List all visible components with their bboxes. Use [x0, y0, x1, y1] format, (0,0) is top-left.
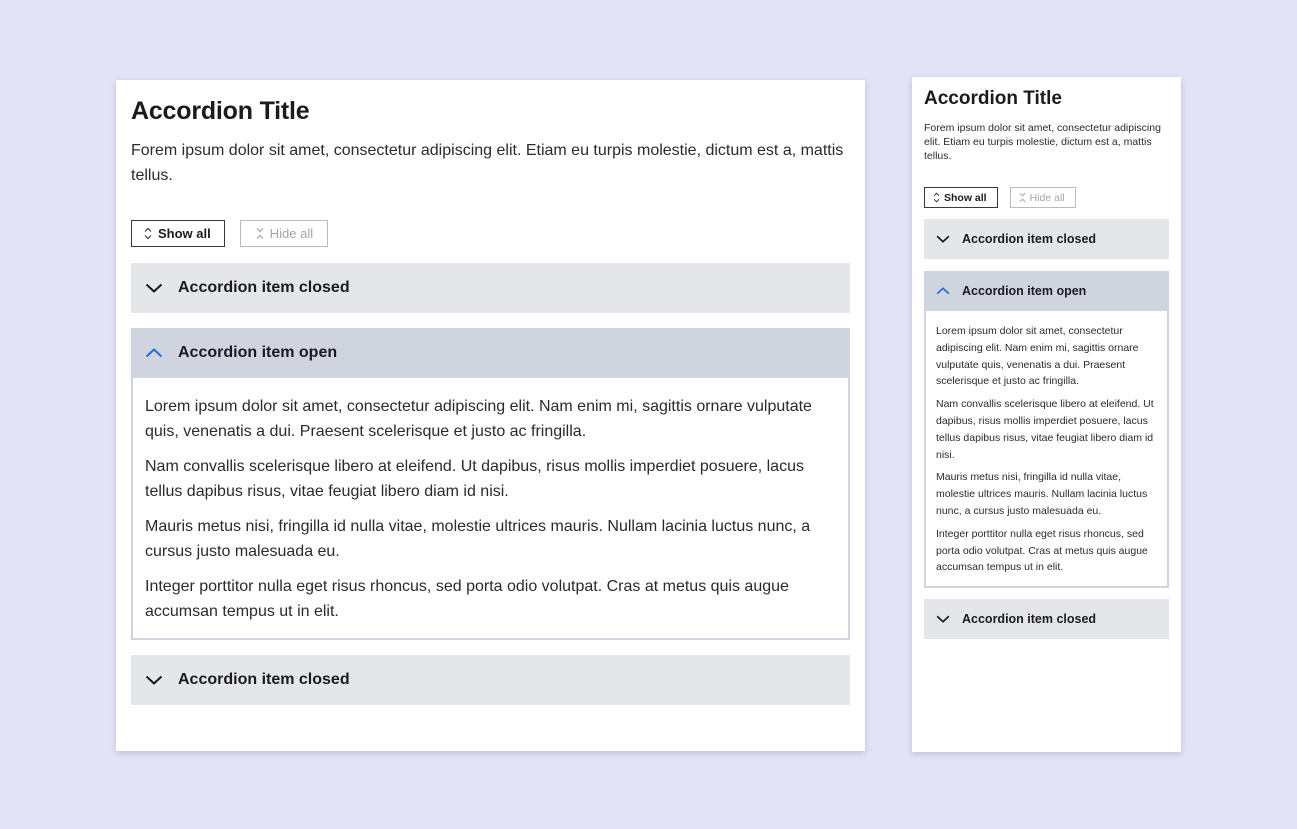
accordion-item-header[interactable]: Accordion item closed [924, 219, 1169, 259]
accordion-item-header[interactable]: Accordion item closed [131, 655, 850, 705]
accordion-item-label: Accordion item open [178, 344, 338, 361]
accordion-item-label: Accordion item closed [962, 612, 1097, 627]
accordion-item: Accordion item closed [131, 263, 850, 313]
panel-paragraph: Lorem ipsum dolor sit amet, consectetur … [936, 325, 1139, 388]
accordion-controls: Show all Hide all [924, 187, 1169, 208]
accordion-item-header[interactable]: Accordion item open [131, 328, 850, 378]
accordion-item: Accordion item closed [924, 219, 1169, 259]
collapse-all-icon [256, 228, 264, 239]
panel-paragraph: Integer porttitor nulla eget risus rhonc… [145, 578, 789, 620]
accordion-intro: Forem ipsum dolor sit amet, consectetur … [924, 122, 1161, 162]
accordion-item-label: Accordion item closed [178, 279, 350, 296]
panel-paragraph: Nam convallis scelerisque libero at elei… [145, 458, 804, 500]
accordion-item-label: Accordion item open [962, 284, 1087, 298]
accordion-item-label: Accordion item closed [962, 232, 1097, 246]
chevron-down-icon [936, 615, 950, 624]
show-all-button[interactable]: Show all [131, 220, 225, 247]
panel-paragraph: Mauris metus nisi, fringilla id nulla vi… [936, 471, 1148, 517]
accordion-item: Accordion item closed [924, 599, 1169, 640]
chevron-down-icon [936, 235, 950, 243]
panel-paragraph: Nam convallis scelerisque libero at elei… [936, 398, 1154, 461]
chevron-down-icon [145, 283, 163, 293]
chevron-down-icon [145, 675, 163, 685]
show-all-button[interactable]: Show all [924, 187, 998, 208]
accordion-item: Accordion item closed [131, 655, 850, 705]
panel-paragraph: Mauris metus nisi, fringilla id nulla vi… [145, 518, 811, 560]
expand-all-icon [933, 192, 940, 203]
panel-paragraph: Lorem ipsum dolor sit amet, consectetur … [145, 398, 812, 440]
accordion-card-small: Accordion Title Forem ipsum dolor sit am… [912, 77, 1181, 752]
show-all-label: Show all [944, 191, 987, 204]
hide-all-label: Hide all [269, 226, 314, 241]
show-all-label: Show all [158, 226, 211, 241]
accordion-item-header[interactable]: Accordion item closed [131, 263, 850, 313]
accordion-intro: Forem ipsum dolor sit amet, consectetur … [131, 142, 844, 184]
accordion-item-expanded: Accordion item open Lorem ipsum dolor si… [131, 328, 850, 640]
accordion-card-large: Accordion Title Forem ipsum dolor sit am… [116, 80, 865, 751]
chevron-up-icon [936, 287, 950, 295]
hide-all-button[interactable]: Hide all [1009, 187, 1076, 208]
accordion-item-panel: Lorem ipsum dolor sit amet, consectetur … [924, 311, 1169, 589]
accordion-item-header[interactable]: Accordion item closed [924, 599, 1169, 640]
accordion-item-label: Accordion item closed [178, 671, 350, 688]
expand-all-icon [144, 227, 152, 240]
chevron-up-icon [145, 348, 163, 358]
accordion-title: Accordion Title [924, 88, 1062, 109]
accordion-item-expanded: Accordion item open Lorem ipsum dolor si… [924, 271, 1169, 589]
hide-all-label: Hide all [1029, 191, 1065, 204]
accordion-title: Accordion Title [131, 97, 310, 125]
collapse-all-icon [1019, 192, 1025, 203]
accordion-item-panel: Lorem ipsum dolor sit amet, consectetur … [131, 378, 850, 640]
accordion-controls: Show all Hide all [131, 220, 850, 247]
accordion-item-header[interactable]: Accordion item open [924, 271, 1169, 311]
panel-paragraph: Integer porttitor nulla eget risus rhonc… [936, 527, 1148, 574]
hide-all-button[interactable]: Hide all [239, 220, 329, 247]
